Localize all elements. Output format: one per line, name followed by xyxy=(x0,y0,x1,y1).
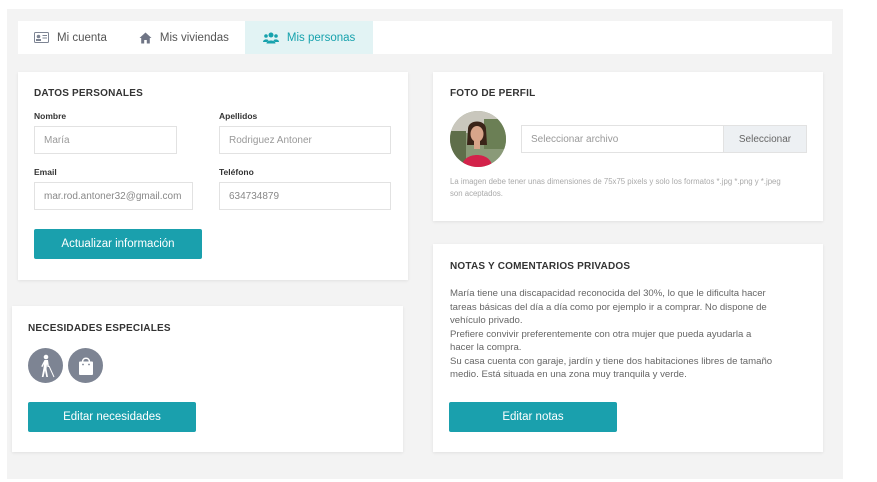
profile-photo-card: FOTO DE PERFIL Seleccionar archivo Selec… xyxy=(433,72,823,221)
personal-data-title: DATOS PERSONALES xyxy=(34,88,143,99)
notes-line: Prefiere convivir preferentemente con ot… xyxy=(450,328,752,340)
photo-format-note: La imagen debe tener unas dimensiones de… xyxy=(450,177,781,198)
special-needs-title: NECESIDADES ESPECIALES xyxy=(28,323,171,334)
home-icon xyxy=(139,32,152,44)
people-icon xyxy=(262,32,279,44)
email-field[interactable]: mar.rod.antoner32@gmail.com xyxy=(34,182,193,210)
apellidos-label: Apellidos xyxy=(219,111,258,121)
telefono-field[interactable]: 634734879 xyxy=(219,182,391,210)
private-notes-title: NOTAS Y COMENTARIOS PRIVADOS xyxy=(450,261,631,272)
file-input[interactable]: Seleccionar archivo xyxy=(521,125,724,153)
private-notes-text: María tiene una discapacidad reconocida … xyxy=(450,287,810,382)
update-info-button[interactable]: Actualizar información xyxy=(34,229,202,259)
notes-line: María tiene una discapacidad reconocida … xyxy=(450,288,766,299)
notes-line: tareas básicas del día a día como por ej… xyxy=(450,301,767,313)
email-label: Email xyxy=(34,167,57,177)
notes-line: vehículo privado. xyxy=(450,315,523,326)
apellidos-field[interactable]: Rodriguez Antoner xyxy=(219,126,391,154)
personal-data-card: DATOS PERSONALES Nombre María Apellidos … xyxy=(18,72,408,280)
avatar xyxy=(450,111,506,167)
select-file-button[interactable]: Seleccionar xyxy=(723,125,807,153)
telefono-label: Teléfono xyxy=(219,167,254,177)
profile-photo-title: FOTO DE PERFIL xyxy=(450,88,536,99)
nombre-field[interactable]: María xyxy=(34,126,177,154)
edit-needs-button[interactable]: Editar necesidades xyxy=(28,402,196,432)
private-notes-card: NOTAS Y COMENTARIOS PRIVADOS María tiene… xyxy=(433,244,823,452)
tab-mi-cuenta-label: Mi cuenta xyxy=(57,31,107,44)
blind-person-icon xyxy=(28,348,63,383)
tab-mis-viviendas-label: Mis viviendas xyxy=(159,31,229,44)
notes-line: medio. Está situada en una zona muy tran… xyxy=(450,369,687,380)
nombre-label: Nombre xyxy=(34,111,67,121)
tab-mis-personas-label: Mis personas xyxy=(286,31,356,44)
tab-mis-personas[interactable]: Mis personas xyxy=(244,21,374,54)
tab-mis-viviendas[interactable]: Mis viviendas xyxy=(123,21,245,54)
tab-mi-cuenta[interactable]: Mi cuenta xyxy=(18,21,123,54)
notes-line: Su casa cuenta con garaje, jardín y tien… xyxy=(450,355,773,367)
special-needs-card: NECESIDADES ESPECIALES Editar necesidade… xyxy=(12,306,403,452)
edit-notes-button[interactable]: Editar notas xyxy=(449,402,617,432)
notes-line: hacer la compra. xyxy=(450,342,522,353)
tab-bar: Mi cuenta Mis viviendas Mis personas xyxy=(18,21,832,54)
id-card-icon xyxy=(34,32,49,43)
shopping-bag-icon xyxy=(68,348,103,383)
